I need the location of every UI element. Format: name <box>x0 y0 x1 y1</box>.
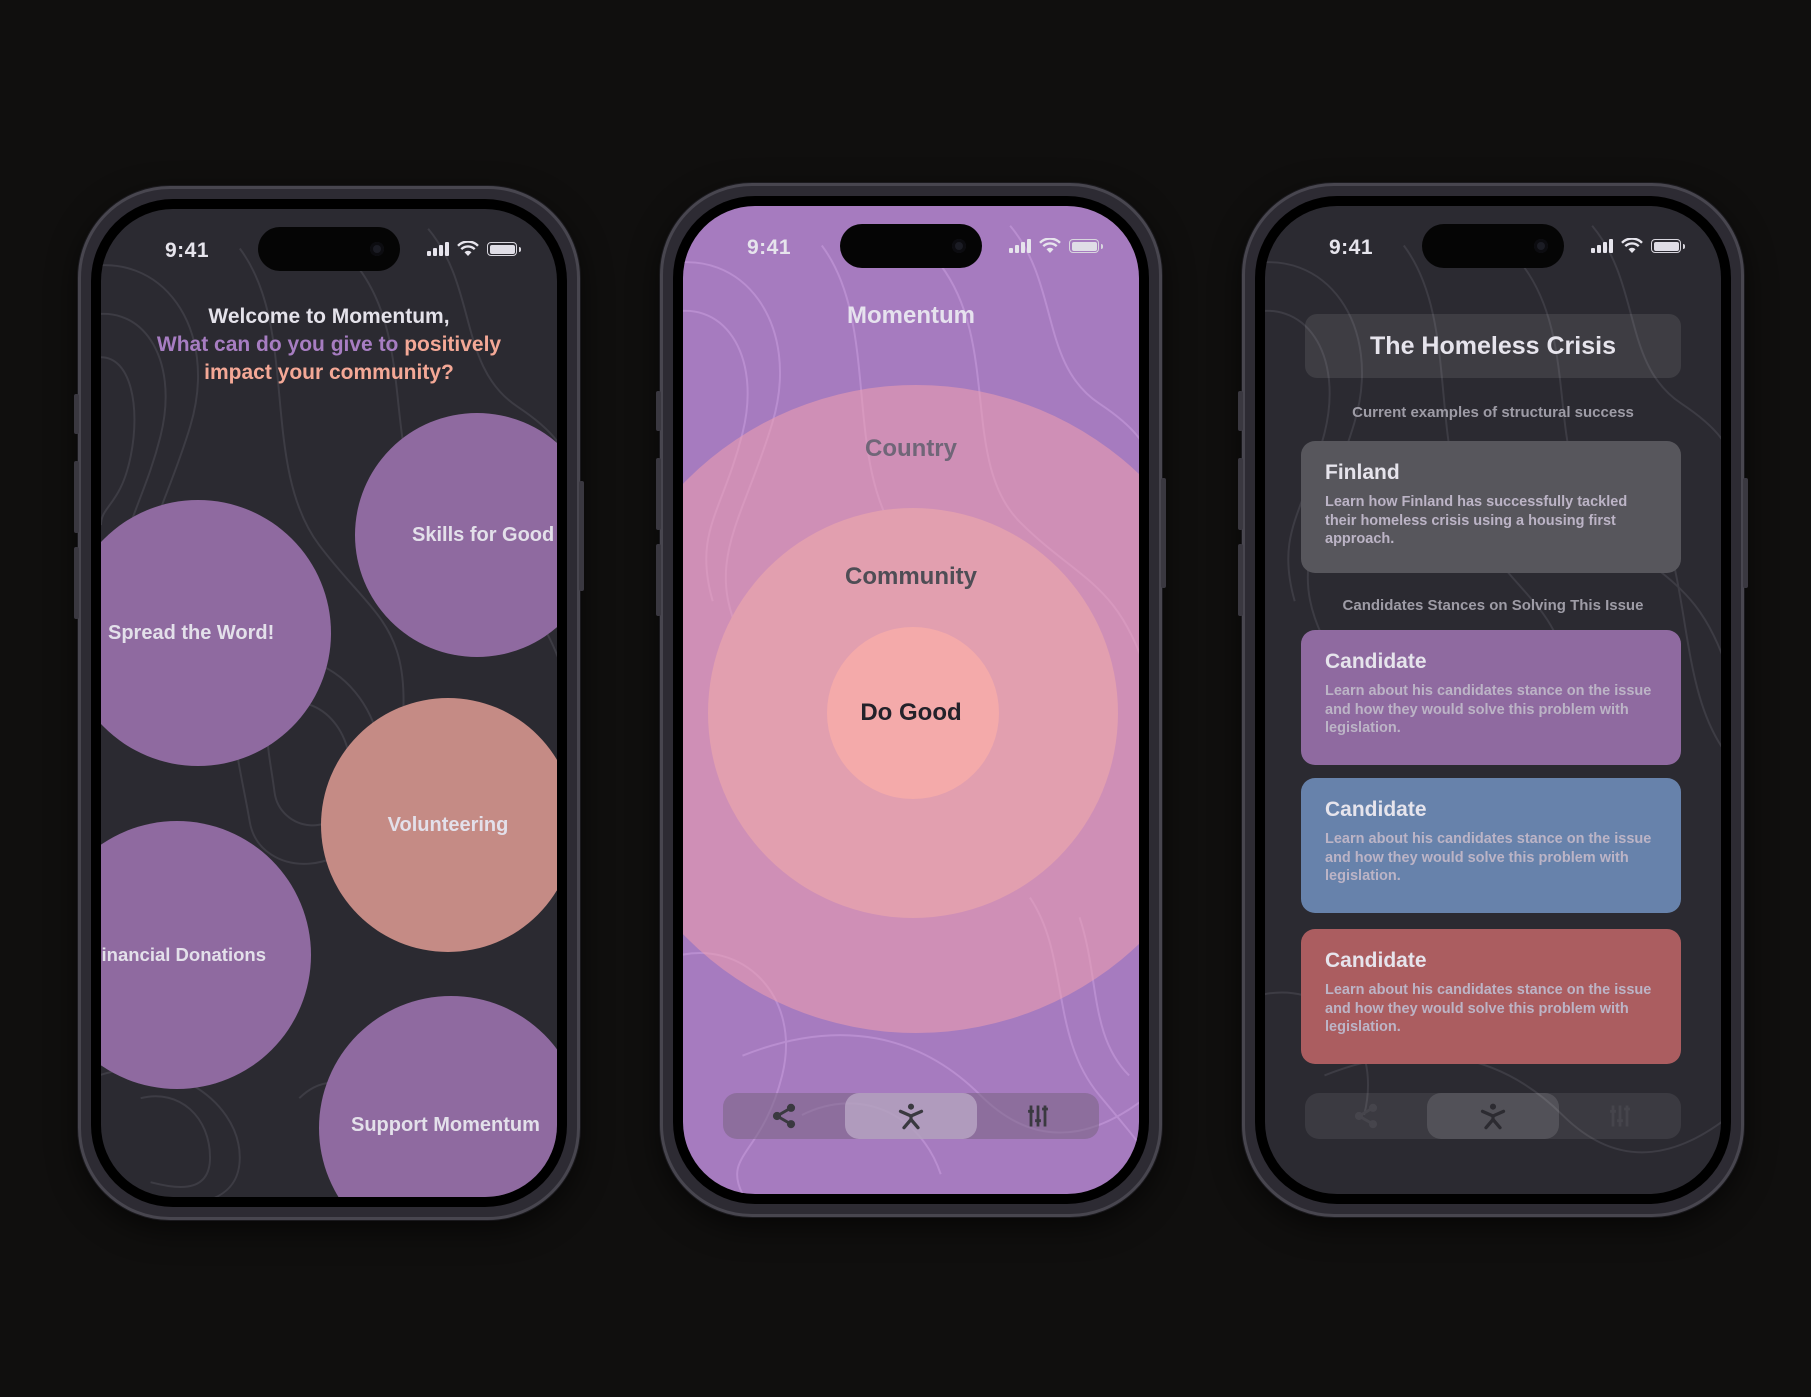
status-time: 9:41 <box>747 236 792 259</box>
wifi-icon <box>1621 238 1643 253</box>
sliders-icon <box>1610 1105 1630 1127</box>
status-icons <box>1591 238 1685 254</box>
bubble-spread-the-word[interactable]: Spread the Word! <box>101 500 331 766</box>
battery-icon <box>487 242 521 256</box>
cellular-signal-icon <box>427 242 449 256</box>
tab-do-good[interactable] <box>1427 1093 1559 1139</box>
question-purple: What can do you give to <box>156 333 405 356</box>
example-card-finland[interactable]: Finland Learn how Finland has successful… <box>1301 441 1681 573</box>
card-body: Learn about his candidates stance on the… <box>1325 683 1652 736</box>
power-button <box>1161 478 1166 588</box>
bubble-label: Volunteering <box>387 813 509 836</box>
action-button <box>1238 391 1243 431</box>
section-label-candidates: Candidates Stances on Solving This Issue <box>1342 597 1644 614</box>
person-icon <box>898 1103 924 1130</box>
bottom-tab-bar <box>1305 1093 1681 1139</box>
issue-title: The Homeless Crisis <box>1370 331 1616 360</box>
share-icon <box>772 1103 796 1129</box>
candidate-card[interactable]: Candidate Learn about his candidates sta… <box>1301 778 1681 913</box>
bezel: 9:41 Momentum Country Community Do Good <box>673 196 1149 1204</box>
dynamic-island <box>1422 224 1564 268</box>
app-title: Momentum <box>847 302 975 329</box>
candidate-card[interactable]: Candidate Learn about his candidates sta… <box>1301 929 1681 1064</box>
welcome-line: Welcome to Momentum, <box>208 305 450 328</box>
ring-label-country: Country <box>865 435 957 462</box>
ring-label-community: Community <box>845 563 977 590</box>
bubble-label: Skills for Good <box>412 523 555 546</box>
screen: 9:41 Welcome to Momentum, What can do yo… <box>101 209 557 1197</box>
dynamic-island <box>258 227 400 271</box>
volume-down-button <box>656 544 661 616</box>
wifi-icon <box>457 241 479 256</box>
bubble-label: Financial Donations <box>101 944 266 965</box>
bezel: 9:41 The Homeless Crisis Current example… <box>1255 196 1731 1204</box>
cellular-signal-icon <box>1009 239 1031 253</box>
front-camera <box>370 242 384 256</box>
bubble-label: Spread the Word! <box>108 621 275 644</box>
battery-icon <box>1069 239 1103 253</box>
card-body: Learn about his candidates stance on the… <box>1325 982 1652 1035</box>
welcome-heading: Welcome to Momentum, What can do you giv… <box>101 303 557 387</box>
screen: 9:41 The Homeless Crisis Current example… <box>1265 206 1721 1194</box>
front-camera <box>1534 239 1548 253</box>
tab-settings[interactable] <box>977 1093 1099 1139</box>
status-time: 9:41 <box>1329 236 1374 259</box>
volume-up-button <box>656 458 661 530</box>
card-title: Candidate <box>1325 650 1427 673</box>
battery-icon <box>1651 239 1685 253</box>
volume-down-button <box>74 547 79 619</box>
bottom-tab-bar <box>723 1093 1099 1139</box>
question-line-2: impact your community? <box>204 361 454 384</box>
volume-down-button <box>1238 544 1243 616</box>
question-line: What can do you give to positively <box>101 331 557 359</box>
screen: 9:41 Momentum Country Community Do Good <box>683 206 1139 1194</box>
card-title: Candidate <box>1325 949 1427 972</box>
action-button <box>656 391 661 431</box>
action-button <box>74 394 79 434</box>
share-icon <box>1354 1103 1378 1129</box>
status-icons <box>427 241 521 257</box>
wifi-icon <box>1039 238 1061 253</box>
ring-label-do-good: Do Good <box>860 699 962 726</box>
cellular-signal-icon <box>1591 239 1613 253</box>
card-body: Learn about his candidates stance on the… <box>1325 831 1652 884</box>
sliders-icon <box>1028 1105 1048 1127</box>
front-camera <box>952 239 966 253</box>
tab-settings[interactable] <box>1559 1093 1681 1139</box>
status-icons <box>1009 238 1103 254</box>
phone-mockup-issue-detail: 9:41 The Homeless Crisis Current example… <box>1238 183 1748 1217</box>
tab-do-good[interactable] <box>845 1093 977 1139</box>
bubble-support-momentum[interactable]: Support Momentum <box>319 996 557 1197</box>
status-time: 9:41 <box>165 239 210 262</box>
power-button <box>579 481 584 591</box>
bubble-skills-for-good[interactable]: Skills for Good <box>355 413 557 657</box>
tab-share[interactable] <box>723 1093 845 1139</box>
section-label-examples: Current examples of structural success <box>1352 404 1634 421</box>
card-body: Learn how Finland has successfully tackl… <box>1325 494 1628 547</box>
power-button <box>1743 478 1748 588</box>
dynamic-island <box>840 224 982 268</box>
card-title: Finland <box>1325 461 1400 484</box>
volume-up-button <box>74 461 79 533</box>
phone-mockup-momentum: 9:41 Momentum Country Community Do Good <box>656 183 1166 1217</box>
bubble-financial-donations[interactable]: Financial Donations <box>101 821 311 1089</box>
person-icon <box>1480 1103 1506 1130</box>
candidate-card[interactable]: Candidate Learn about his candidates sta… <box>1301 630 1681 765</box>
bubble-volunteering[interactable]: Volunteering <box>321 698 557 952</box>
card-title: Candidate <box>1325 798 1427 821</box>
bezel: 9:41 Welcome to Momentum, What can do yo… <box>91 199 567 1207</box>
volume-up-button <box>1238 458 1243 530</box>
bubble-label: Support Momentum <box>351 1114 540 1136</box>
phone-mockup-welcome: 9:41 Welcome to Momentum, What can do yo… <box>74 186 584 1220</box>
issue-title-card: The Homeless Crisis <box>1305 314 1681 378</box>
tab-share[interactable] <box>1305 1093 1427 1139</box>
question-peach: positively <box>404 333 502 356</box>
